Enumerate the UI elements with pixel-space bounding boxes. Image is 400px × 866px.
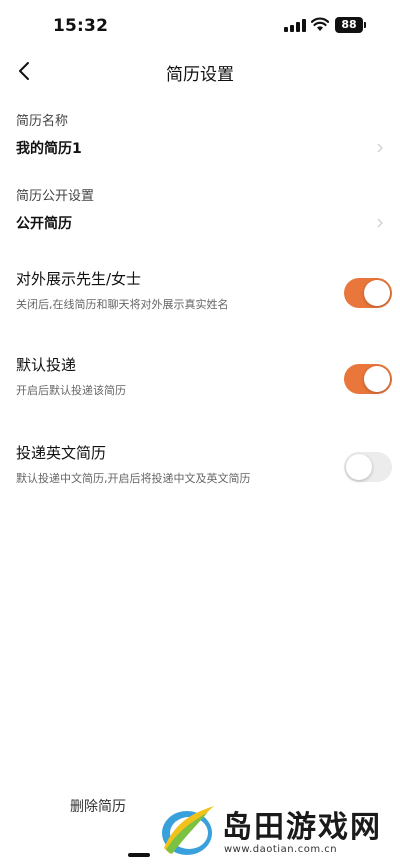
signal-icon [284, 19, 306, 32]
setting-description: 默认投递中文简历,开启后将投递中文及英文简历 [16, 472, 251, 485]
watermark-url: www.daotian.com.cn [224, 844, 338, 855]
watermark-brand: 岛田游戏网 [222, 810, 382, 845]
setting-description: 开启后默认投递该简历 [16, 384, 126, 397]
default-delivery-toggle[interactable] [344, 364, 392, 394]
resume-visibility-label: 简历公开设置 [16, 189, 95, 204]
watermark-logo-icon [162, 806, 214, 855]
toggle-knob [364, 280, 390, 306]
setting-title: 投递英文简历 [16, 444, 107, 462]
status-bar: 15:32 88 [0, 0, 400, 50]
resume-visibility-row[interactable]: 简历公开设置 公开简历 [0, 185, 400, 235]
resume-name-label: 简历名称 [16, 114, 69, 129]
status-time: 15:32 [53, 16, 109, 36]
nav-bar: 简历设置 [0, 52, 400, 92]
resume-name-row[interactable]: 简历名称 我的简历1 [0, 110, 400, 160]
show-title-toggle[interactable] [344, 278, 392, 308]
toggle-knob [346, 454, 372, 480]
setting-description: 关闭后,在线简历和聊天将对外展示真实姓名 [16, 298, 229, 311]
resume-visibility-value: 公开简历 [16, 216, 72, 232]
setting-title: 对外展示先生/女士 [16, 270, 142, 288]
chevron-right-icon [377, 218, 383, 228]
home-indicator [128, 853, 150, 857]
watermark: 岛田游戏网 www.daotian.com.cn [150, 796, 400, 866]
english-resume-toggle[interactable] [344, 452, 392, 482]
setting-default-delivery: 默认投递 开启后默认投递该简历 [0, 354, 400, 414]
setting-show-title: 对外展示先生/女士 关闭后,在线简历和聊天将对外展示真实姓名 [0, 268, 400, 328]
chevron-right-icon [377, 143, 383, 153]
setting-english-resume: 投递英文简历 默认投递中文简历,开启后将投递中文及英文简历 [0, 442, 400, 502]
resume-name-value: 我的简历1 [16, 141, 82, 157]
battery-icon: 88 [335, 17, 366, 33]
page-title: 简历设置 [166, 65, 234, 85]
wifi-icon [311, 17, 329, 31]
setting-title: 默认投递 [16, 356, 77, 374]
delete-resume-button[interactable]: 删除简历 [70, 796, 126, 816]
toggle-knob [364, 366, 390, 392]
